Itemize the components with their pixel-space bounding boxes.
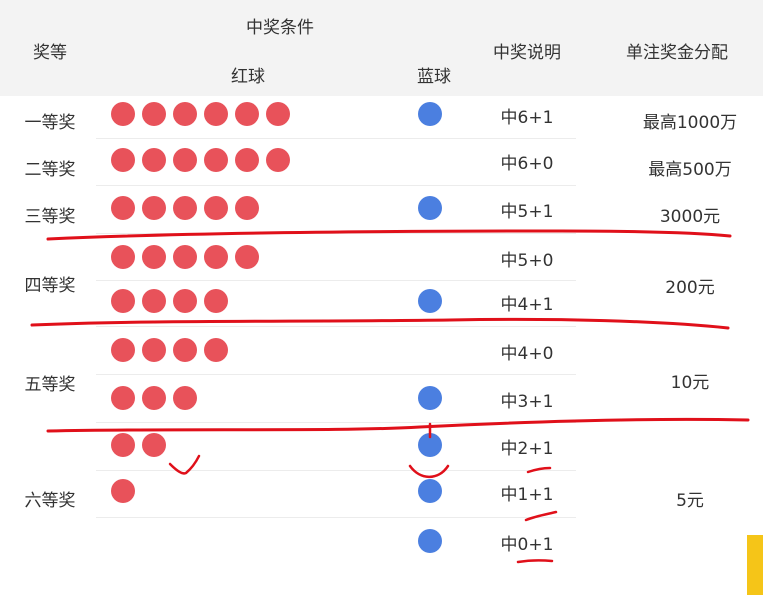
divider-stroke-2 — [30, 317, 730, 330]
check-mark-2 — [408, 464, 450, 479]
divider-stroke-1 — [46, 229, 732, 241]
dash-mark-3 — [516, 559, 554, 564]
dash-mark-2 — [524, 510, 558, 522]
handwritten-annotations — [30, 229, 750, 564]
check-mark-1 — [168, 454, 201, 475]
divider-stroke-3 — [46, 417, 750, 433]
dash-mark-1 — [526, 466, 552, 474]
corner-ribbon — [747, 535, 763, 595]
prize-table: 奖等 中奖条件 红球 蓝球 中奖说明 单注奖金分配 一等奖 二等奖 三等奖 四等… — [0, 0, 763, 595]
